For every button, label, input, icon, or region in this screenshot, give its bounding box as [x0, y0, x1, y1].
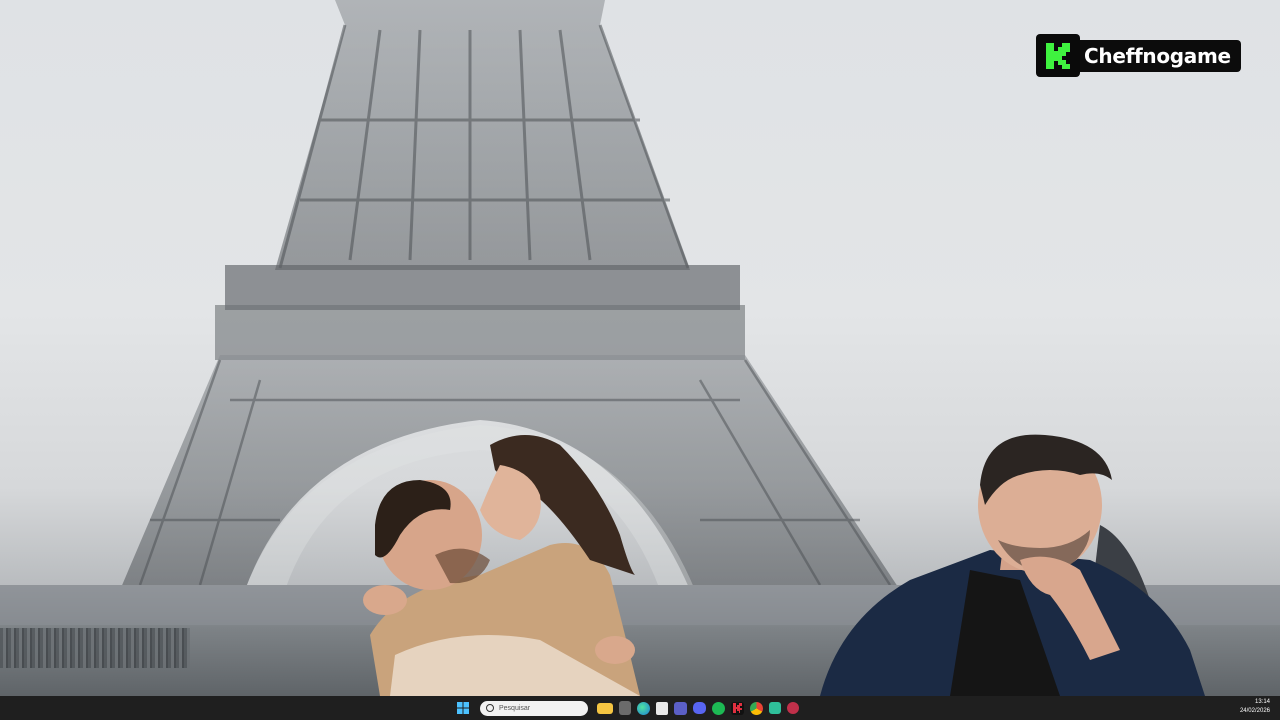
stream-background-scene	[0, 0, 1280, 696]
teams-icon[interactable]	[674, 701, 687, 715]
edge-icon[interactable]	[637, 701, 650, 715]
search-icon	[486, 704, 494, 712]
crowd-area	[0, 628, 190, 668]
spotify-icon[interactable]	[712, 701, 725, 715]
taskbar-search-box[interactable]: Pesquisar	[480, 700, 588, 716]
discord-icon[interactable]	[693, 702, 706, 714]
notepad-icon[interactable]	[656, 701, 668, 715]
channel-name: Cheffnogame	[1078, 39, 1241, 72]
system-clock[interactable]: 13:14 24/02/2026	[1240, 698, 1270, 716]
taskbar-app-strip: Pesquisar	[455, 696, 799, 720]
kick-app-icon[interactable]	[731, 701, 744, 715]
clock-date: 24/02/2026	[1239, 708, 1270, 714]
search-placeholder: Pesquisar	[499, 704, 531, 712]
kick-logo-icon	[1036, 34, 1080, 77]
chrome-icon[interactable]	[750, 701, 763, 715]
channel-brand-badge: Cheffnogame	[1036, 34, 1241, 77]
file-explorer-icon[interactable]	[597, 702, 613, 714]
couple-kissing-image	[363, 435, 640, 696]
calculator-icon[interactable]	[619, 701, 631, 715]
webcam-overlay	[820, 434, 1205, 696]
app-icon[interactable]	[769, 702, 781, 714]
clock-time: 13:14	[1254, 699, 1270, 705]
app-icon-2[interactable]	[787, 702, 799, 714]
windows-start-icon[interactable]	[455, 700, 471, 716]
windows-taskbar: Pesquisar 13:14 24/02/2026	[0, 696, 1280, 720]
